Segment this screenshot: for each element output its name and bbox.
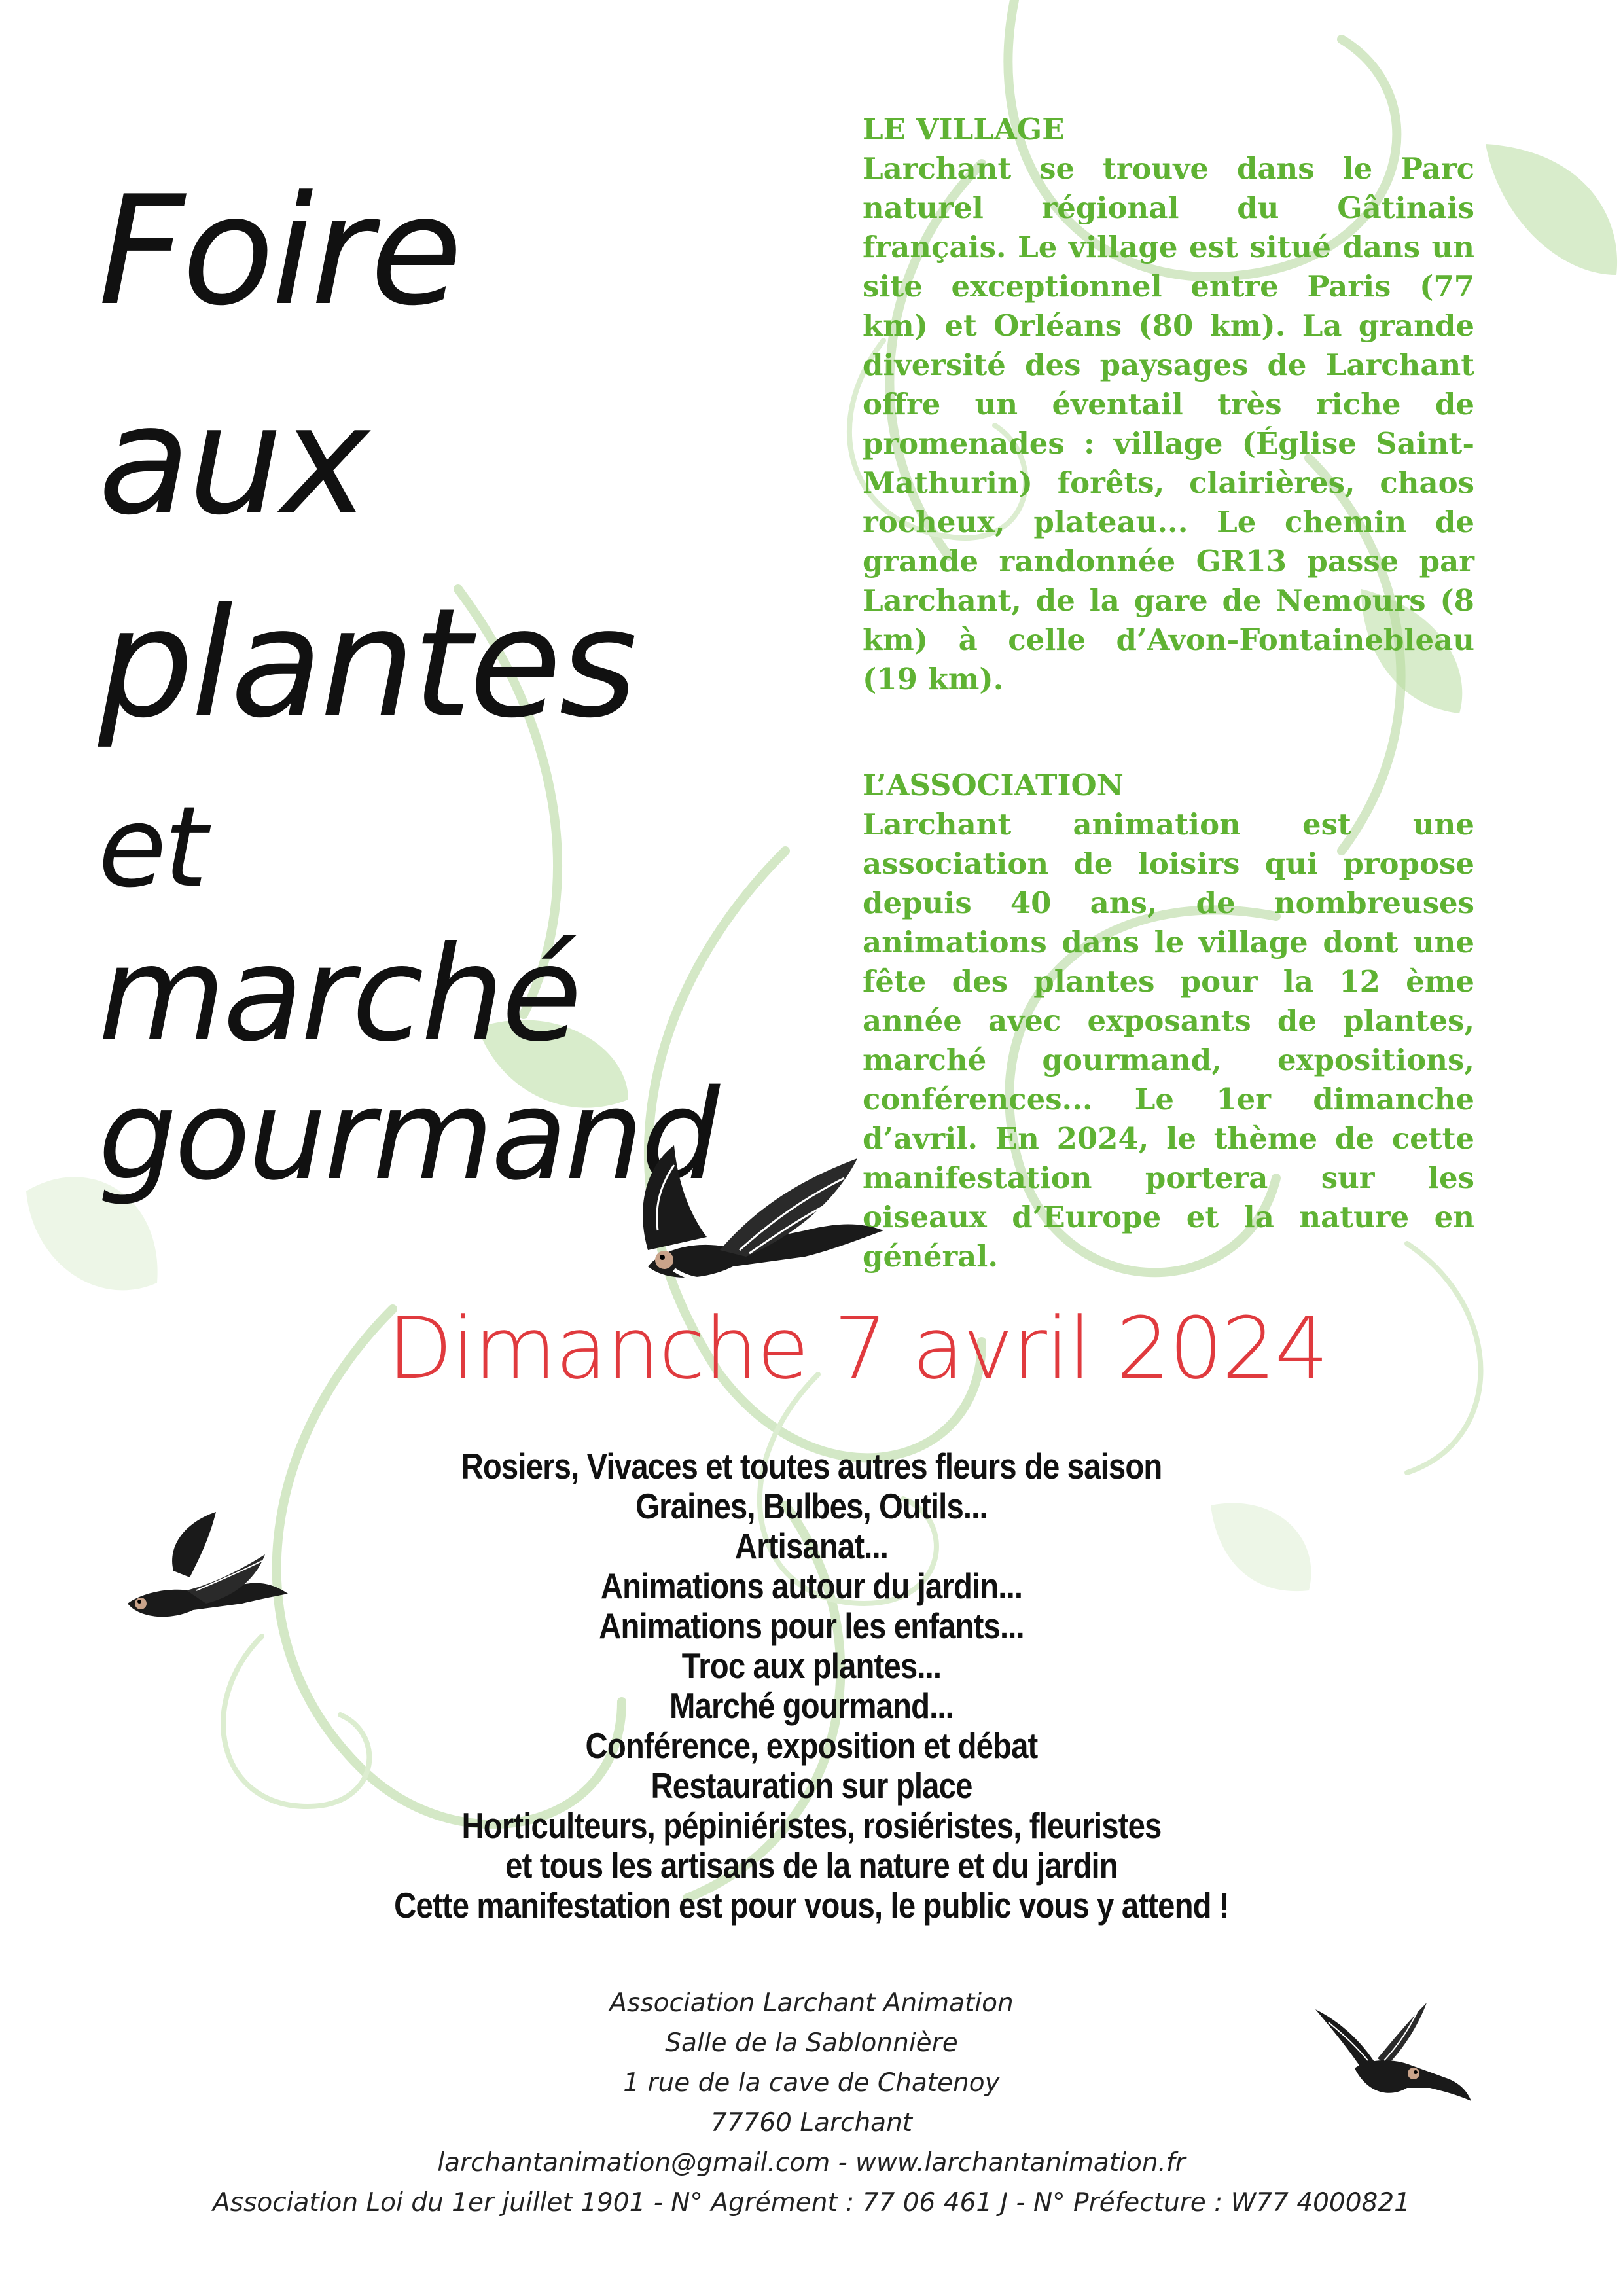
footer-org: Association Larchant Animation <box>609 1988 1014 2018</box>
swallow-bird-illustration <box>643 1145 883 1282</box>
list-item: Conférence, exposition et débat <box>585 1725 1039 1766</box>
village-body: Larchant se trouve dans le Parc naturel … <box>863 151 1474 696</box>
title-et: et <box>98 783 207 912</box>
footer-street: 1 rue de la cave de Chatenoy <box>623 2068 1000 2098</box>
list-item: Graines, Bulbes, Outils... <box>635 1486 988 1526</box>
title-aux: aux <box>98 374 370 548</box>
footer-contact[interactable]: larchantanimation@gmail.com - www.larcha… <box>0 2143 1623 2183</box>
association-section: L’ASSOCIATION Larchant animation est une… <box>863 766 1474 1276</box>
title-marche: marché <box>98 918 582 1071</box>
list-item: et tous les artisans de la nature et du … <box>505 1845 1118 1886</box>
poster: Foire aux plantes et marché gourmand LE … <box>0 0 1623 2296</box>
contact-footer: Association Larchant Animation Salle de … <box>0 1983 1623 2223</box>
title-plantes: plantes <box>98 577 637 751</box>
list-item: Animations pour les enfants... <box>599 1605 1024 1646</box>
association-body: Larchant animation est une association d… <box>863 807 1474 1274</box>
footer-legal: Association Loi du 1er juillet 1901 - N°… <box>213 2188 1410 2217</box>
list-item: Troc aux plantes... <box>681 1645 942 1686</box>
list-item: Cette manifestation est pour vous, le pu… <box>394 1885 1230 1926</box>
list-item: Restauration sur place <box>651 1765 972 1806</box>
list-item: Rosiers, Vivaces et toutes autres fleurs… <box>461 1446 1163 1486</box>
village-heading: LE VILLAGE <box>863 112 1065 147</box>
list-item: Artisanat... <box>734 1526 889 1566</box>
list-item: Animations autour du jardin... <box>600 1566 1023 1606</box>
footer-city: 77760 Larchant <box>710 2108 913 2138</box>
title-foire: Foire <box>98 164 463 339</box>
list-item: Horticulteurs, pépiniéristes, rosiériste… <box>461 1805 1162 1846</box>
association-heading: L’ASSOCIATION <box>863 768 1124 802</box>
swallow-bird-illustration <box>128 1512 288 1617</box>
list-item: Marché gourmand... <box>669 1685 954 1726</box>
village-section: LE VILLAGE Larchant se trouve dans le Pa… <box>863 110 1474 699</box>
footer-venue: Salle de la Sablonnière <box>665 2028 958 2058</box>
event-date: Dimanche 7 avril 2024 <box>387 1299 1329 1398</box>
